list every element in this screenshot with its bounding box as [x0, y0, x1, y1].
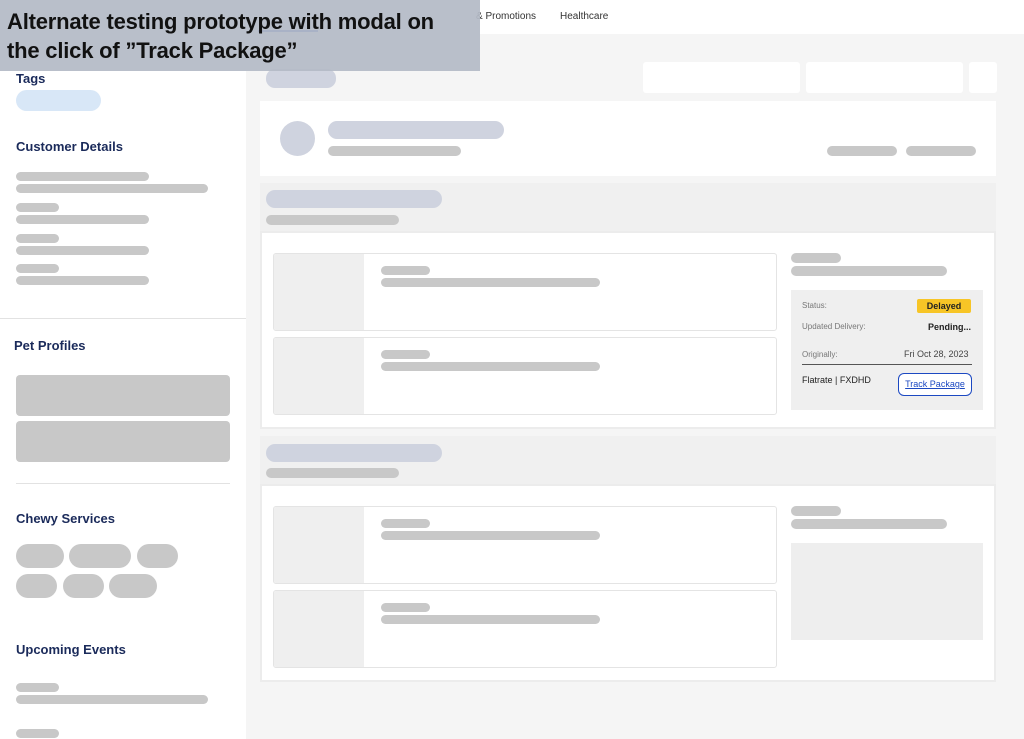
item-thumbnail: [274, 338, 364, 414]
status-badge: Delayed: [917, 299, 971, 313]
chewy-services-heading: Chewy Services: [16, 511, 116, 526]
skeleton-line: [381, 519, 430, 528]
track-package-button[interactable]: Track Package: [898, 373, 972, 396]
skeleton-line: [16, 203, 59, 212]
toolbar-placeholder[interactable]: [806, 62, 963, 93]
skeleton-line: [16, 215, 149, 224]
updated-delivery-label: Updated Delivery:: [802, 322, 866, 331]
status-divider: [802, 364, 972, 365]
toolbar-placeholder[interactable]: [643, 62, 800, 93]
skeleton-line: [381, 603, 430, 612]
skeleton-line: [381, 531, 600, 540]
status-label: Status:: [802, 301, 827, 310]
skeleton-name: [328, 121, 504, 139]
skeleton-line: [16, 234, 59, 243]
banner-line-1: Alternate testing prototype with modal o…: [7, 9, 434, 34]
updated-delivery-value: Pending...: [928, 322, 972, 332]
skeleton-line: [328, 146, 461, 156]
service-pill[interactable]: [109, 574, 157, 598]
sidebar-divider: [0, 318, 246, 319]
order-item-card[interactable]: [273, 253, 777, 331]
skeleton-order-title: [266, 190, 442, 208]
skeleton-line: [266, 468, 399, 478]
service-pill[interactable]: [137, 544, 178, 568]
service-pill[interactable]: [16, 574, 57, 598]
pet-profiles-heading: Pet Profiles: [14, 338, 86, 353]
banner-line-2: the click of ”Track Package”: [7, 38, 298, 63]
skeleton-line: [381, 278, 600, 287]
nav-item-healthcare[interactable]: Healthcare: [560, 11, 608, 22]
nav-item-promotions[interactable]: & Promotions: [476, 11, 536, 22]
avatar: [280, 121, 315, 156]
skeleton-line: [791, 519, 947, 529]
customer-details-heading: Customer Details: [16, 139, 123, 154]
skeleton-line: [266, 215, 399, 225]
toolbar-placeholder[interactable]: [969, 62, 997, 93]
skeleton-line: [381, 615, 600, 624]
skeleton-line: [381, 350, 430, 359]
skeleton-line: [791, 266, 947, 276]
item-thumbnail: [274, 507, 364, 583]
pet-profile-card[interactable]: [16, 375, 230, 416]
skeleton-line: [381, 362, 600, 371]
item-thumbnail: [274, 254, 364, 330]
annotation-banner: Alternate testing prototype with modal o…: [0, 0, 480, 71]
item-thumbnail: [274, 591, 364, 667]
skeleton-line: [16, 276, 149, 285]
service-pill[interactable]: [16, 544, 64, 568]
skeleton-line: [906, 146, 976, 156]
skeleton-line: [381, 266, 430, 275]
skeleton-line: [791, 253, 841, 263]
skeleton-line: [791, 506, 841, 516]
order-item-card[interactable]: [273, 506, 777, 584]
skeleton-line: [16, 172, 149, 181]
original-delivery-label: Originally:: [802, 350, 838, 359]
skeleton-line: [16, 683, 59, 692]
sidebar-divider: [16, 483, 230, 484]
skeleton-line: [16, 264, 59, 273]
skeleton-line: [16, 184, 208, 193]
carrier-info: Flatrate | FXDHD: [802, 375, 871, 385]
skeleton-line: [16, 695, 208, 704]
skeleton-line: [16, 246, 149, 255]
shipment-placeholder-panel: [791, 543, 983, 640]
order-item-card[interactable]: [273, 337, 777, 415]
skeleton-title: [266, 69, 336, 88]
upcoming-events-heading: Upcoming Events: [16, 642, 126, 657]
service-pill[interactable]: [69, 544, 131, 568]
order-item-card[interactable]: [273, 590, 777, 668]
service-pill[interactable]: [63, 574, 104, 598]
original-delivery-value: Fri Oct 28, 2023: [904, 349, 969, 359]
skeleton-order-title: [266, 444, 442, 462]
skeleton-line: [16, 729, 59, 738]
skeleton-line: [827, 146, 897, 156]
tag-chip[interactable]: [16, 90, 101, 111]
pet-profile-card[interactable]: [16, 421, 230, 462]
tags-heading: Tags: [16, 71, 46, 86]
